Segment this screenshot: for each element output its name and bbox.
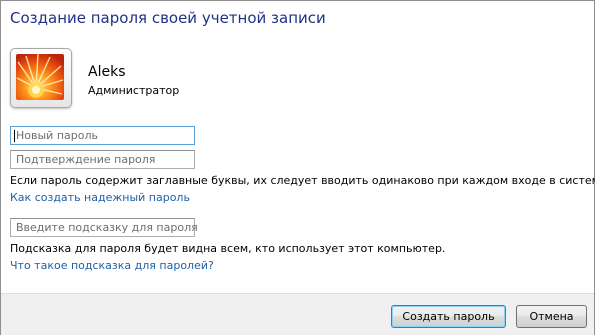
page-title: Создание пароля своей учетной записи <box>10 9 326 27</box>
user-name: Aleks <box>88 64 126 80</box>
password-hint-placeholder: Введите подсказку для пароля <box>16 221 198 234</box>
password-hint-field[interactable]: Введите подсказку для пароля <box>10 218 198 237</box>
what-is-hint-link[interactable]: Что такое подсказка для паролей? <box>10 259 214 272</box>
confirm-password-placeholder: Подтверждение пароля <box>16 153 156 166</box>
new-password-field[interactable]: Новый пароль <box>10 126 195 145</box>
user-role: Администратор <box>88 84 180 97</box>
avatar <box>10 48 72 108</box>
case-warning-text: Если пароль содержит заглавные буквы, их… <box>10 174 595 187</box>
flower-picture-icon <box>16 54 64 100</box>
cancel-button[interactable]: Отмена <box>516 305 587 328</box>
new-password-placeholder: Новый пароль <box>16 129 98 142</box>
confirm-password-field[interactable]: Подтверждение пароля <box>10 150 195 169</box>
text-caret <box>14 130 15 142</box>
create-password-button[interactable]: Создать пароль <box>391 305 506 328</box>
strong-password-link[interactable]: Как создать надежный пароль <box>10 191 190 204</box>
hint-warning-text: Подсказка для пароля будет видна всем, к… <box>10 242 446 255</box>
